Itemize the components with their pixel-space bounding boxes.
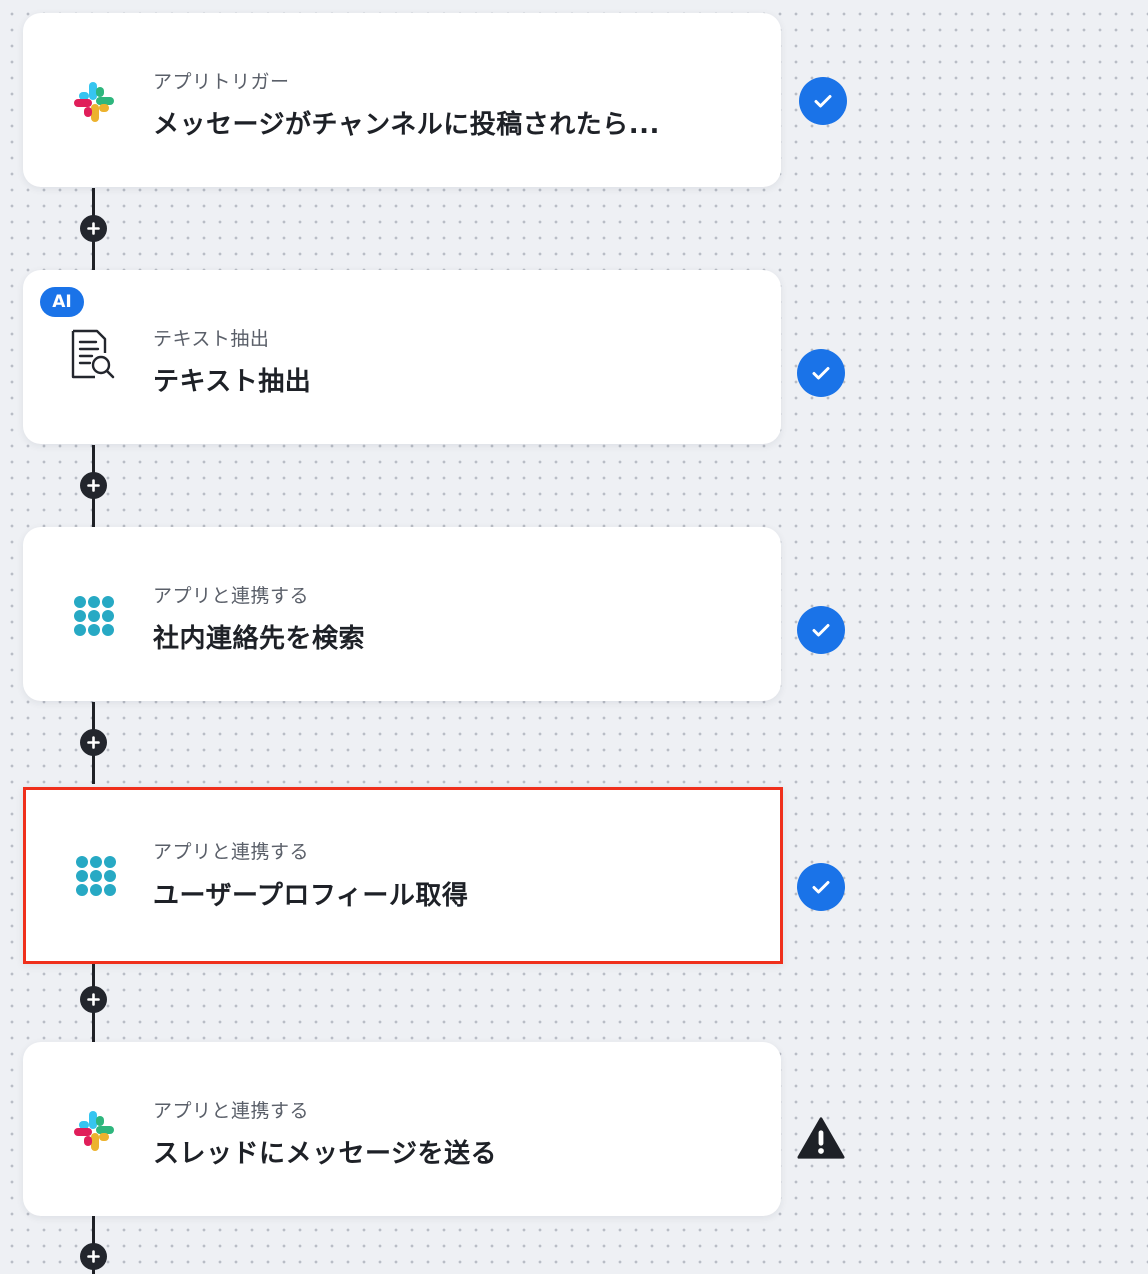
step-card-trigger[interactable]: アプリトリガー メッセージがチャンネルに投稿されたら... <box>23 13 781 187</box>
add-step-button[interactable] <box>80 215 107 242</box>
step-kind-label: アプリと連携する <box>153 841 310 863</box>
step-kind-label: アプリトリガー <box>153 71 290 93</box>
check-circle-icon <box>797 349 845 397</box>
step-title: ユーザープロフィール取得 <box>153 881 469 911</box>
add-step-button[interactable] <box>80 472 107 499</box>
status-complete <box>799 77 847 125</box>
document-search-icon <box>67 328 121 382</box>
check-circle-icon <box>797 606 845 654</box>
step-card-text-extract[interactable]: AI テキスト抽出 テキスト抽出 <box>23 270 781 444</box>
check-circle-icon <box>797 863 845 911</box>
slack-icon <box>67 1104 121 1158</box>
step-kind-label: テキスト抽出 <box>153 328 270 350</box>
add-step-button[interactable] <box>80 1243 107 1270</box>
workflow-canvas: アプリトリガー メッセージがチャンネルに投稿されたら... AI テキスト抽出 … <box>0 0 1148 1274</box>
plus-icon <box>87 1250 100 1263</box>
step-kind-label: アプリと連携する <box>153 1100 310 1122</box>
slack-icon <box>67 75 121 129</box>
plus-icon <box>87 222 100 235</box>
step-card-user-profile[interactable]: アプリと連携する ユーザープロフィール取得 <box>23 787 783 964</box>
check-circle-icon <box>799 77 847 125</box>
step-kind-label: アプリと連携する <box>153 585 310 607</box>
status-complete <box>797 863 845 911</box>
warning-triangle-icon <box>797 1117 845 1159</box>
step-title: スレッドにメッセージを送る <box>153 1139 497 1169</box>
plus-icon <box>87 479 100 492</box>
dot-grid-app-icon <box>67 589 121 643</box>
add-step-button[interactable] <box>80 729 107 756</box>
plus-icon <box>87 736 100 749</box>
step-title: テキスト抽出 <box>153 367 312 397</box>
status-complete <box>797 606 845 654</box>
dot-grid-app-icon <box>69 849 123 903</box>
ai-badge: AI <box>40 287 84 317</box>
step-title: 社内連絡先を検索 <box>153 624 366 654</box>
plus-icon <box>87 993 100 1006</box>
add-step-button[interactable] <box>80 986 107 1013</box>
status-complete <box>797 349 845 397</box>
step-card-search-contacts[interactable]: アプリと連携する 社内連絡先を検索 <box>23 527 781 701</box>
step-title: メッセージがチャンネルに投稿されたら... <box>153 110 660 140</box>
step-card-send-thread-message[interactable]: アプリと連携する スレッドにメッセージを送る <box>23 1042 781 1216</box>
status-warning <box>797 1114 845 1162</box>
